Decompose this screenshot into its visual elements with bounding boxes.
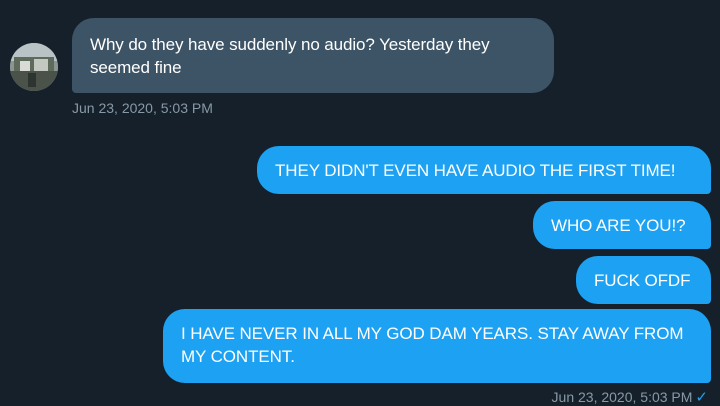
sent-message-text: FUCK OFDF	[594, 271, 691, 290]
sent-message[interactable]: THEY DIDN'T EVEN HAVE AUDIO THE FIRST TI…	[257, 146, 711, 194]
checkmark-icon: ✓	[695, 389, 708, 406]
sent-timestamp-row: Jun 23, 2020, 5:03 PM ✓	[552, 389, 708, 406]
sent-message-text: THEY DIDN'T EVEN HAVE AUDIO THE FIRST TI…	[275, 161, 676, 180]
received-message[interactable]: Why do they have suddenly no audio? Yest…	[72, 18, 554, 93]
sent-message[interactable]: I HAVE NEVER IN ALL MY GOD DAM YEARS. ST…	[163, 309, 711, 383]
received-timestamp: Jun 23, 2020, 5:03 PM	[72, 100, 213, 116]
dm-conversation: Why do they have suddenly no audio? Yest…	[0, 0, 720, 406]
avatar[interactable]	[10, 43, 58, 91]
sent-timestamp: Jun 23, 2020, 5:03 PM	[551, 389, 693, 405]
sent-message[interactable]: FUCK OFDF	[576, 256, 711, 304]
sent-message[interactable]: WHO ARE YOU!?	[533, 201, 711, 249]
sent-message-text: I HAVE NEVER IN ALL MY GOD DAM YEARS. ST…	[181, 324, 684, 366]
received-message-text: Why do they have suddenly no audio? Yest…	[90, 35, 490, 77]
sent-message-text: WHO ARE YOU!?	[551, 216, 686, 235]
